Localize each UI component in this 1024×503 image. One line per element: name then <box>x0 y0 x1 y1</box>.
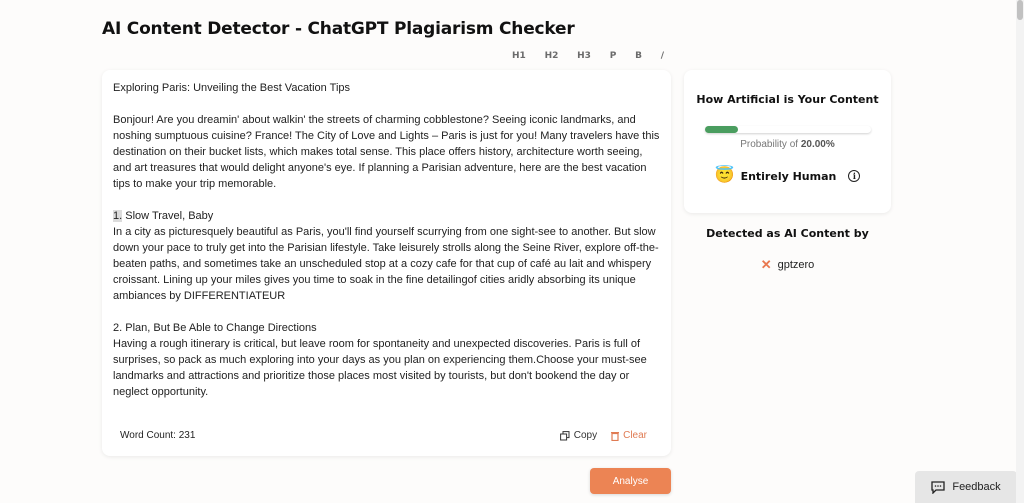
format-bold-button[interactable]: B <box>631 51 646 61</box>
feedback-label: Feedback <box>952 481 1001 493</box>
page-title: AI Content Detector - ChatGPT Plagiarism… <box>102 19 575 39</box>
format-toolbar: H1 H2 H3 P B / <box>508 51 668 61</box>
analyse-button[interactable]: Analyse <box>590 468 671 494</box>
trash-icon <box>611 431 620 441</box>
editor-intro: Bonjour! Are you dreamin' about walkin' … <box>113 114 660 190</box>
editor-actions: Copy Clear <box>559 430 647 441</box>
format-h3-button[interactable]: H3 <box>573 51 595 61</box>
page-scrollbar[interactable] <box>1016 0 1024 503</box>
format-h1-button[interactable]: H1 <box>508 51 530 61</box>
result-title: How Artificial is Your Content <box>696 93 879 106</box>
copy-button[interactable]: Copy <box>559 430 598 441</box>
angel-emoji-icon: 😇 <box>714 167 735 184</box>
content-editor[interactable]: Exploring Paris: Unveiling the Best Vaca… <box>113 80 663 416</box>
scrollbar-thumb[interactable] <box>1017 0 1023 20</box>
section-1-body: In a city as picturesquely beautiful as … <box>113 226 659 302</box>
clear-button[interactable]: Clear <box>611 430 647 441</box>
probability-text: Probability of 20.00% <box>684 139 891 150</box>
chat-icon <box>931 480 945 494</box>
text-selection: 1. <box>113 210 123 222</box>
format-italic-button[interactable]: / <box>657 51 668 61</box>
editor-section-1: 1. Slow Travel, Baby <box>113 208 663 224</box>
probability-value: 20.00% <box>800 139 835 150</box>
section-2-body: Having a rough itinerary is critical, bu… <box>113 338 647 398</box>
word-count: Word Count: 231 <box>120 430 196 441</box>
probability-prefix: Probability of <box>740 139 801 150</box>
editor-card: Exploring Paris: Unveiling the Best Vaca… <box>102 70 671 456</box>
info-icon[interactable]: i <box>848 170 861 182</box>
editor-footer: Word Count: 231 Copy Clear <box>120 430 647 441</box>
format-paragraph-button[interactable]: P <box>606 51 621 61</box>
section-2-heading: 2. Plan, But Be Able to Change Direction… <box>113 322 317 334</box>
detector-item: ✕ gptzero <box>684 257 891 273</box>
detected-title: Detected as AI Content by <box>706 227 869 240</box>
format-h2-button[interactable]: H2 <box>541 51 563 61</box>
copy-icon <box>559 430 570 440</box>
feedback-button[interactable]: Feedback <box>915 471 1017 503</box>
probability-bar-fill <box>704 126 738 133</box>
section-1-heading: Slow Travel, Baby <box>122 210 214 222</box>
result-card: How Artificial is Your Content Probabili… <box>684 70 891 213</box>
verdict: 😇 Entirely Human i <box>684 168 891 184</box>
editor-title-line: Exploring Paris: Unveiling the Best Vaca… <box>113 82 351 94</box>
copy-label: Copy <box>573 430 598 441</box>
verdict-label: Entirely Human <box>740 169 837 183</box>
cross-icon: ✕ <box>760 257 772 272</box>
clear-label: Clear <box>623 430 647 441</box>
detector-name: gptzero <box>777 259 815 271</box>
probability-bar <box>704 126 871 133</box>
